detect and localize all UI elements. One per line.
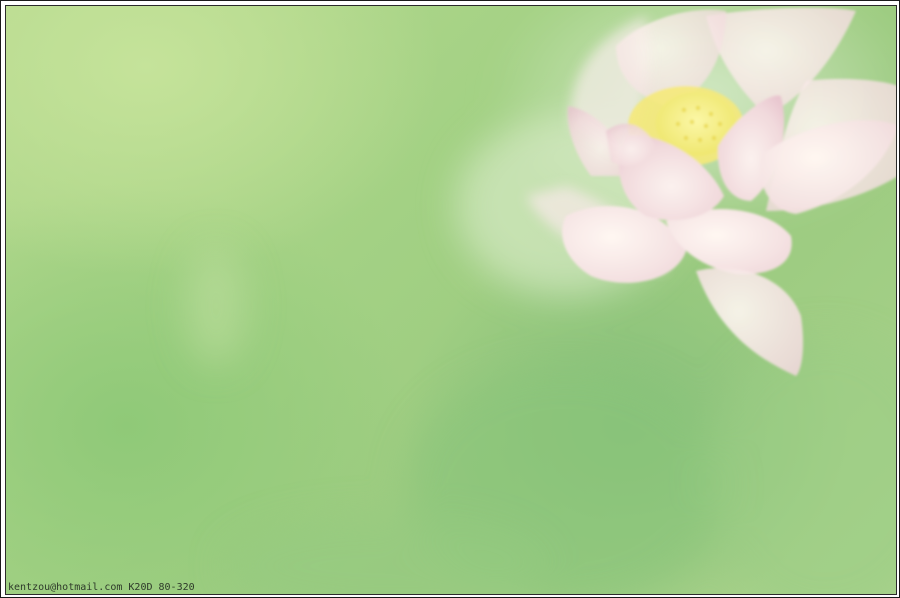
photo-frame: kentzou@hotmail.com K20D 80-320 <box>0 0 900 598</box>
lotus-photo: kentzou@hotmail.com K20D 80-320 <box>5 5 897 595</box>
photo-caption: kentzou@hotmail.com K20D 80-320 <box>8 582 195 593</box>
lotus-illustration <box>186 6 896 594</box>
